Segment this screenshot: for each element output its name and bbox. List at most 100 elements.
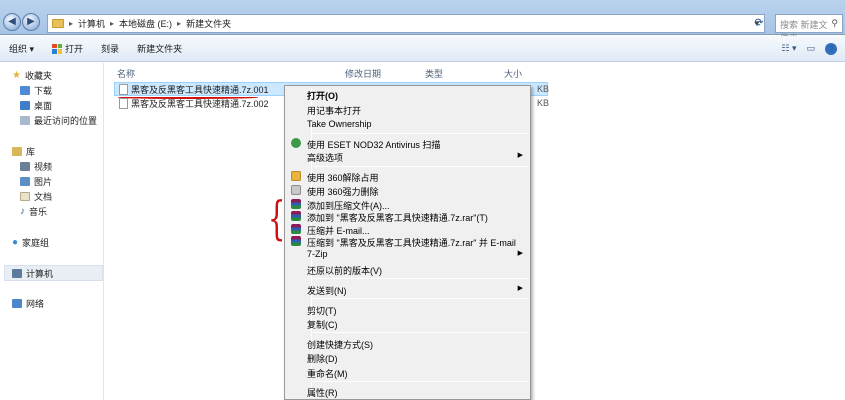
command-bar: 组织 ▾ 打开 刻录 新建文件夹 ☷ ▾ ▭ ? bbox=[0, 36, 845, 62]
menu-item-copy[interactable]: 复制(C) bbox=[287, 317, 528, 330]
column-header-name[interactable]: 名称 bbox=[117, 63, 135, 81]
nav-computer[interactable]: 计算机 bbox=[12, 267, 53, 280]
column-header-modified[interactable]: 修改日期 bbox=[345, 63, 381, 81]
nav-downloads-label: 下载 bbox=[34, 86, 53, 96]
menu-item-rar-email[interactable]: 压缩到 "黑客及反黑客工具快速精通.7z.rar" 并 E-mail bbox=[287, 235, 528, 248]
breadcrumb-folder[interactable]: 新建文件夹 bbox=[186, 17, 231, 30]
nav-music-label: 音乐 bbox=[29, 207, 48, 217]
nav-favorites-label: 收藏夹 bbox=[24, 71, 52, 81]
nav-computer-label: 计算机 bbox=[26, 269, 54, 279]
file-size: KB bbox=[537, 98, 550, 108]
menu-unlock360-label: 使用 360解除占用 bbox=[307, 173, 379, 183]
column-header-type[interactable]: 类型 bbox=[425, 63, 443, 81]
nav-pictures[interactable]: 图片 bbox=[20, 175, 52, 188]
menu-ownership-label: Take Ownership bbox=[307, 119, 372, 129]
open-icon bbox=[52, 43, 63, 54]
new-folder-button[interactable]: 新建文件夹 bbox=[128, 36, 191, 61]
shred-360-icon bbox=[291, 185, 301, 195]
nav-downloads[interactable]: 下载 bbox=[20, 84, 52, 97]
menu-item-advanced[interactable]: 高级选项 ▶ bbox=[287, 150, 528, 163]
new-folder-label: 新建文件夹 bbox=[137, 44, 183, 54]
menu-item-360-unlock[interactable]: 使用 360解除占用 bbox=[287, 170, 528, 183]
search-input[interactable]: 搜索 新建文件夹 ⚲ bbox=[775, 14, 843, 43]
menu-item-delete[interactable]: 删除(D) bbox=[287, 351, 528, 364]
menu-rename-label: 重命名(M) bbox=[307, 369, 348, 379]
pictures-icon bbox=[20, 177, 30, 186]
menu-separator bbox=[313, 298, 528, 299]
breadcrumb-computer[interactable]: 计算机 bbox=[78, 17, 105, 30]
menu-delete360-label: 使用 360强力删除 bbox=[307, 187, 379, 197]
file-icon bbox=[119, 97, 128, 109]
menu-restore-label: 还原以前的版本(V) bbox=[307, 266, 382, 276]
menu-item-take-ownership[interactable]: Take Ownership bbox=[287, 118, 528, 131]
back-button[interactable]: ◀ bbox=[3, 13, 21, 31]
unlock-360-icon bbox=[291, 171, 301, 181]
menu-separator bbox=[313, 278, 528, 279]
menu-item-7zip[interactable]: 7-Zip ▶ bbox=[287, 248, 528, 261]
file-name: 黑客及反黑客工具快速精通.7z.002 bbox=[131, 98, 269, 109]
menu-shortcut-label: 创建快捷方式(S) bbox=[307, 340, 373, 350]
open-button[interactable]: 打开 bbox=[43, 36, 92, 61]
menu-item-notepad[interactable]: 用记事本打开 bbox=[287, 103, 528, 116]
chevron-right-icon: ▸ bbox=[177, 19, 182, 28]
submenu-arrow-icon: ▶ bbox=[517, 152, 523, 159]
search-icon: ⚲ bbox=[831, 18, 838, 28]
file-name: 黑客及反黑客工具快速精通.7z.001 bbox=[131, 84, 269, 95]
organize-label: 组织 ▾ bbox=[9, 44, 35, 54]
file-row[interactable]: 黑客及反黑客工具快速精通.7z.002 bbox=[114, 96, 269, 110]
winrar-icon bbox=[291, 199, 301, 209]
help-icon[interactable]: ? bbox=[825, 42, 837, 55]
menu-separator bbox=[313, 332, 528, 333]
nav-recent[interactable]: 最近访问的位置 bbox=[20, 114, 97, 127]
menu-sendto-label: 发送到(N) bbox=[307, 286, 347, 296]
nav-library[interactable]: 库 bbox=[12, 145, 35, 158]
menu-item-rename[interactable]: 重命名(M) bbox=[287, 366, 528, 379]
view-options-icon[interactable]: ☷ ▾ bbox=[781, 43, 796, 54]
menu-item-restore[interactable]: 还原以前的版本(V) bbox=[287, 263, 528, 276]
nav-documents-label: 文档 bbox=[34, 192, 53, 202]
menu-item-cut[interactable]: 剪切(T) bbox=[287, 303, 528, 316]
preview-pane-icon[interactable]: ▭ bbox=[806, 43, 815, 54]
refresh-icon[interactable]: ⟳ bbox=[751, 16, 767, 31]
nav-videos[interactable]: 视频 bbox=[20, 160, 52, 173]
music-icon: ♪ bbox=[20, 206, 25, 217]
menu-item-add-rar[interactable]: 添加到 "黑客及反黑客工具快速精通.7z.rar"(T) bbox=[287, 210, 528, 223]
menu-cut-label: 剪切(T) bbox=[307, 306, 337, 316]
file-size: KB bbox=[537, 84, 550, 94]
recent-places-icon bbox=[20, 116, 30, 125]
breadcrumb-drive[interactable]: 本地磁盘 (E:) bbox=[119, 17, 172, 30]
nav-favorites[interactable]: ★ 收藏夹 bbox=[12, 69, 52, 82]
nav-network[interactable]: 网络 bbox=[12, 297, 44, 310]
nav-music[interactable]: ♪ 音乐 bbox=[20, 205, 47, 218]
menu-open-label: 打开(O) bbox=[307, 91, 338, 101]
nav-homegroup-label: 家庭组 bbox=[22, 238, 50, 248]
forward-button[interactable]: ▶ bbox=[22, 13, 40, 31]
annotation-brace: { bbox=[267, 191, 286, 245]
file-icon bbox=[119, 83, 128, 95]
documents-icon bbox=[20, 192, 30, 201]
star-icon: ★ bbox=[12, 70, 21, 81]
burn-button[interactable]: 刻录 bbox=[92, 36, 128, 61]
organize-button[interactable]: 组织 ▾ bbox=[0, 36, 43, 61]
folder-icon bbox=[52, 19, 64, 28]
column-header-size[interactable]: 大小 bbox=[504, 63, 522, 81]
address-bar[interactable]: ▸ 计算机 ▸ 本地磁盘 (E:) ▸ 新建文件夹 ▼ bbox=[47, 14, 765, 33]
search-placeholder: 搜索 新建文件夹 bbox=[780, 20, 828, 43]
nav-homegroup[interactable]: ● 家庭组 bbox=[12, 236, 49, 249]
homegroup-icon: ● bbox=[12, 237, 19, 248]
menu-item-360-delete[interactable]: 使用 360强力删除 bbox=[287, 184, 528, 197]
nav-network-label: 网络 bbox=[26, 299, 45, 309]
menu-delete-label: 删除(D) bbox=[307, 354, 338, 364]
menu-item-properties[interactable]: 属性(R) bbox=[287, 385, 528, 398]
menu-item-eset-scan[interactable]: 使用 ESET NOD32 Antivirus 扫描 bbox=[287, 137, 528, 150]
downloads-icon bbox=[20, 86, 30, 95]
menu-notepad-label: 用记事本打开 bbox=[307, 106, 362, 116]
nav-desktop[interactable]: 桌面 bbox=[20, 99, 52, 112]
chevron-right-icon: ▸ bbox=[110, 19, 115, 28]
menu-item-open[interactable]: 打开(O) bbox=[287, 88, 528, 101]
menu-item-create-shortcut[interactable]: 创建快捷方式(S) bbox=[287, 337, 528, 350]
menu-item-send-to[interactable]: 发送到(N) ▶ bbox=[287, 283, 528, 296]
nav-documents[interactable]: 文档 bbox=[20, 190, 52, 203]
menu-separator bbox=[313, 166, 528, 167]
chevron-right-icon: ▸ bbox=[69, 19, 74, 28]
